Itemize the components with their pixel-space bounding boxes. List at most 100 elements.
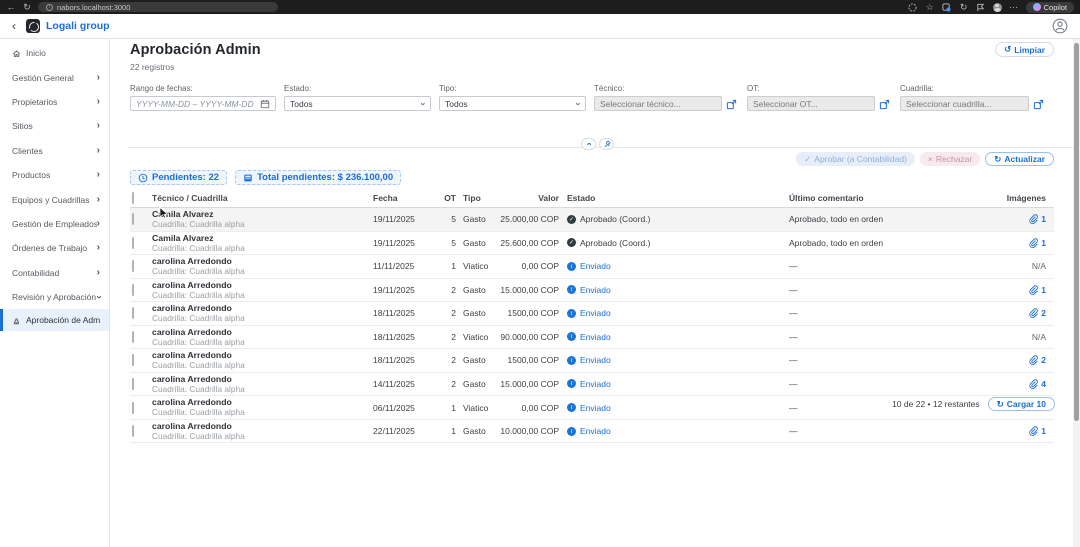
sidebar-item-sitios[interactable]: Sitios › xyxy=(0,114,109,138)
reject-button[interactable]: × Rechazar xyxy=(919,152,981,166)
sidebar-item-propietarios[interactable]: Propietarios › xyxy=(0,90,109,114)
sidebar-item-aprobacion-de-admin[interactable]: Aprobación de Admin xyxy=(0,309,109,332)
date-range-field[interactable] xyxy=(136,97,256,110)
pin-filters-button[interactable] xyxy=(599,138,614,150)
user-avatar-icon[interactable] xyxy=(1052,18,1068,34)
site-info-icon[interactable]: i xyxy=(46,3,53,11)
browser-refresh-icon[interactable]: ↻ xyxy=(22,2,32,12)
technician-name[interactable]: carolina Arredondo xyxy=(152,397,373,407)
row-checkbox[interactable] xyxy=(132,354,134,367)
technician-name[interactable]: carolina Arredondo xyxy=(152,421,373,431)
browser-profile-avatar[interactable] xyxy=(992,2,1002,12)
tecnico-value-help-icon[interactable] xyxy=(726,99,737,110)
extensions-icon[interactable] xyxy=(942,2,952,12)
images-count[interactable]: 1 xyxy=(1041,238,1046,248)
row-checkbox[interactable] xyxy=(132,307,134,320)
date-range-input[interactable] xyxy=(130,96,276,111)
images-link[interactable]: 1 xyxy=(996,426,1054,436)
row-checkbox[interactable] xyxy=(132,401,134,414)
clear-filters-button[interactable]: ↺ Limpiar xyxy=(995,42,1054,57)
images-link[interactable]: 1 xyxy=(996,285,1054,295)
row-checkbox[interactable] xyxy=(132,330,134,343)
cuadrilla-value-help-icon[interactable] xyxy=(1033,99,1044,110)
collections-icon[interactable] xyxy=(976,2,986,12)
table-row[interactable]: Camila Alvarez Cuadrilla: Cuadrilla alpha… xyxy=(130,208,1054,232)
cuadrilla-input[interactable] xyxy=(900,96,1029,111)
address-bar[interactable]: i nabors.localhost:3000 xyxy=(38,2,278,12)
images-count[interactable]: 2 xyxy=(1041,355,1046,365)
load-more-button[interactable]: ↻ Cargar 10 xyxy=(987,397,1055,411)
scrollbar[interactable] xyxy=(1073,39,1080,547)
images-link[interactable]: 1 xyxy=(996,238,1054,248)
images-link[interactable]: 1 xyxy=(996,214,1054,224)
browser-menu-icon[interactable]: ··· xyxy=(1009,2,1019,12)
table-row[interactable]: carolina Arredondo Cuadrilla: Cuadrilla a… xyxy=(130,349,1054,373)
images-count[interactable]: 1 xyxy=(1041,214,1046,224)
sidebar-item-gestion-de-empleados[interactable]: Gestión de Empleados › xyxy=(0,212,109,236)
images-count[interactable]: 1 xyxy=(1041,426,1046,436)
sidebar-item-productos[interactable]: Productos › xyxy=(0,163,109,187)
col-ot: OT xyxy=(444,193,456,203)
chevron-right-icon: › xyxy=(96,217,100,229)
approve-button[interactable]: ✓ Aprobar (a Contabilidad) xyxy=(796,152,915,166)
estado-select[interactable]: Todos › xyxy=(284,96,431,111)
row-checkbox[interactable] xyxy=(132,213,134,226)
sidebar-item-contabilidad[interactable]: Contabilidad › xyxy=(0,261,109,285)
technician-name[interactable]: carolina Arredondo xyxy=(152,303,373,313)
technician-name[interactable]: Camila Alvarez xyxy=(152,233,373,243)
technician-name[interactable]: Camila Alvarez xyxy=(152,209,373,219)
table-row[interactable]: Camila Alvarez Cuadrilla: Cuadrilla alpha… xyxy=(130,232,1054,256)
images-count[interactable]: 2 xyxy=(1041,308,1046,318)
brand-title[interactable]: Logali group xyxy=(46,20,110,32)
row-comment: — xyxy=(789,261,798,272)
sidebar-item-clientes[interactable]: Clientes › xyxy=(0,139,109,163)
close-icon: × xyxy=(927,154,933,164)
row-type: Gasto xyxy=(463,426,486,437)
crew-label: Cuadrilla: Cuadrilla alpha xyxy=(152,407,245,418)
sidebar-item-revision-y-aprobacion[interactable]: Revisión y Aprobación › xyxy=(0,285,109,309)
images-na-label: N/A xyxy=(1031,261,1046,272)
favorites-star-icon[interactable]: ☆ xyxy=(925,2,935,12)
table-row[interactable]: carolina Arredondo Cuadrilla: Cuadrilla a… xyxy=(130,420,1054,444)
sidebar-item-inicio[interactable]: Inicio xyxy=(0,41,109,65)
select-all-checkbox[interactable] xyxy=(132,192,134,204)
technician-name[interactable]: carolina Arredondo xyxy=(152,280,373,290)
sync-icon[interactable]: ↻ xyxy=(959,2,969,12)
sidebar-item-ordenes-de-trabajo[interactable]: Órdenes de Trabajo › xyxy=(0,236,109,260)
tipo-select[interactable]: Todos › xyxy=(439,96,586,111)
chevron-right-icon: › xyxy=(96,144,100,156)
calendar-icon[interactable] xyxy=(260,99,270,109)
copilot-button[interactable]: Copilot xyxy=(1025,1,1074,13)
table-row[interactable]: carolina Arredondo Cuadrilla: Cuadrilla a… xyxy=(130,279,1054,303)
images-link[interactable]: 2 xyxy=(996,355,1054,365)
table-row[interactable]: carolina Arredondo Cuadrilla: Cuadrilla a… xyxy=(130,255,1054,279)
row-checkbox[interactable] xyxy=(132,377,134,390)
technician-name[interactable]: carolina Arredondo xyxy=(152,327,373,337)
ot-value-help-icon[interactable] xyxy=(879,99,890,110)
stamp-icon xyxy=(12,316,21,325)
row-checkbox[interactable] xyxy=(132,236,134,249)
refresh-button[interactable]: ↻ Actualizar xyxy=(985,152,1054,166)
sidebar-item-equipos-y-cuadrillas[interactable]: Equipos y Cuadrillas › xyxy=(0,187,109,211)
technician-name[interactable]: carolina Arredondo xyxy=(152,374,373,384)
technician-name[interactable]: carolina Arredondo xyxy=(152,256,373,266)
technician-name[interactable]: carolina Arredondo xyxy=(152,350,373,360)
row-checkbox[interactable] xyxy=(132,260,134,273)
collapse-filters-button[interactable]: › xyxy=(581,138,596,150)
app-back-button[interactable]: ‹ xyxy=(12,19,16,33)
browser-back-icon[interactable]: ← xyxy=(6,2,16,12)
scrollbar-thumb[interactable] xyxy=(1074,43,1079,421)
sidebar-item-gestion-general[interactable]: Gestión General › xyxy=(0,65,109,89)
row-checkbox[interactable] xyxy=(132,425,134,438)
images-count[interactable]: 4 xyxy=(1041,379,1046,389)
table-row[interactable]: carolina Arredondo Cuadrilla: Cuadrilla a… xyxy=(130,326,1054,350)
table-row[interactable]: carolina Arredondo Cuadrilla: Cuadrilla a… xyxy=(130,302,1054,326)
table-row[interactable]: carolina Arredondo Cuadrilla: Cuadrilla a… xyxy=(130,373,1054,397)
images-count[interactable]: 1 xyxy=(1041,285,1046,295)
tracking-prevention-icon[interactable] xyxy=(908,2,918,12)
images-link[interactable]: 4 xyxy=(996,379,1054,389)
images-link[interactable]: 2 xyxy=(996,308,1054,318)
ot-input[interactable] xyxy=(747,96,875,111)
tecnico-input[interactable] xyxy=(594,96,722,111)
row-checkbox[interactable] xyxy=(132,283,134,296)
